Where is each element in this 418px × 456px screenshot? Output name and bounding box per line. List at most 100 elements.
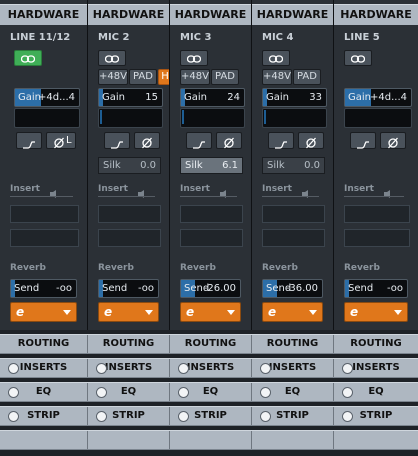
inserts-button-5[interactable]: INSERTS [334, 359, 418, 377]
gain-field[interactable]: Gain 24 [180, 88, 245, 107]
eq-button-5[interactable]: EQ [334, 383, 418, 401]
insert-slot-2[interactable] [180, 229, 243, 247]
eq-button-4[interactable]: EQ [252, 383, 334, 401]
routing-button-3[interactable]: ROUTING [170, 335, 252, 353]
insert-divider [344, 196, 404, 197]
strip-header[interactable]: HARDWARE [252, 4, 333, 25]
lowcut-icon [22, 135, 36, 154]
reverb-fx-selector[interactable]: e [262, 302, 323, 322]
strip-radio-icon[interactable] [342, 411, 353, 422]
insert-slot-1[interactable] [180, 205, 243, 223]
reverb-send-field[interactable]: Send -oo [98, 279, 159, 298]
insert-slot-1[interactable] [262, 205, 325, 223]
routing-button-5[interactable]: ROUTING [334, 335, 418, 353]
insert-slot-1[interactable] [10, 205, 79, 223]
eq-button-3[interactable]: EQ [170, 383, 252, 401]
reverb-send-field[interactable]: Send -26.00 [180, 279, 241, 298]
silk-control[interactable]: Silk 6.1 [180, 157, 243, 174]
strip-header[interactable]: HARDWARE [334, 4, 418, 25]
link-button[interactable] [180, 50, 208, 66]
gain-field[interactable]: Gain 15 [98, 88, 163, 107]
inserts-radio-icon[interactable] [96, 363, 107, 374]
phantom-power-button[interactable]: +48V [262, 69, 292, 85]
routing-button-2[interactable]: ROUTING [88, 335, 170, 353]
inserts-button-3[interactable]: INSERTS [170, 359, 252, 377]
channel-name: LINE 5 [344, 32, 380, 43]
inserts-radio-icon[interactable] [178, 363, 189, 374]
insert-slot-1[interactable] [344, 205, 410, 223]
inserts-radio-icon[interactable] [8, 363, 19, 374]
strip-radio-icon[interactable] [178, 411, 189, 422]
pad-button[interactable]: PAD [129, 69, 157, 85]
phase-button[interactable] [216, 132, 242, 149]
send-value: -oo [386, 283, 403, 294]
routing-button-1[interactable]: ROUTING [0, 335, 88, 353]
phase-button[interactable] [298, 132, 324, 149]
reverb-send-field[interactable]: Send -36.00 [262, 279, 323, 298]
routing-bar: ROUTING ROUTING ROUTING ROUTING ROUTING [0, 334, 418, 354]
phantom-power-button[interactable]: +48V [98, 69, 128, 85]
strip-button-5[interactable]: STRIP [334, 407, 418, 425]
insert-slot-2[interactable] [10, 229, 79, 247]
strip-radio-icon[interactable] [260, 411, 271, 422]
strip-header[interactable]: HARDWARE [0, 4, 87, 25]
hi-z-button[interactable]: H [158, 69, 169, 85]
insert-slot-2[interactable] [262, 229, 325, 247]
eq-radio-icon[interactable] [260, 387, 271, 398]
routing-button-4[interactable]: ROUTING [252, 335, 334, 353]
insert-slot-2[interactable] [98, 229, 161, 247]
lowcut-icon [192, 135, 206, 154]
gain-field[interactable]: Gain 33 [262, 88, 327, 107]
link-button[interactable] [14, 50, 42, 66]
insert-slot-1[interactable] [98, 205, 161, 223]
silk-control[interactable]: Silk 0.0 [262, 157, 325, 174]
reverb-send-field[interactable]: Send -oo [344, 279, 408, 298]
inserts-button-1[interactable]: INSERTS [0, 359, 88, 377]
insert-slot-2[interactable] [344, 229, 410, 247]
inserts-button-2[interactable]: INSERTS [88, 359, 170, 377]
strip-button-4[interactable]: STRIP [252, 407, 334, 425]
eq-radio-icon[interactable] [96, 387, 107, 398]
link-button[interactable] [98, 50, 126, 66]
link-button[interactable] [262, 50, 290, 66]
eq-button-1[interactable]: EQ [0, 383, 88, 401]
pad-button[interactable]: PAD [211, 69, 239, 85]
inserts-label: INSERTS [268, 362, 317, 373]
inserts-radio-icon[interactable] [260, 363, 271, 374]
silk-control[interactable]: Silk 0.0 [98, 157, 161, 174]
inserts-button-4[interactable]: INSERTS [252, 359, 334, 377]
phase-button[interactable] [380, 132, 406, 149]
gain-field[interactable]: Gain +4d...4 [14, 88, 80, 107]
strip-button-2[interactable]: STRIP [88, 407, 170, 425]
strip-button-3[interactable]: STRIP [170, 407, 252, 425]
eq-radio-icon[interactable] [178, 387, 189, 398]
pad-button[interactable]: PAD [293, 69, 321, 85]
link-button[interactable] [344, 50, 372, 66]
routing-label: ROUTING [350, 338, 402, 349]
strip-button-1[interactable]: STRIP [0, 407, 88, 425]
gain-field[interactable]: Gain +4d...4 [344, 88, 412, 107]
eq-radio-icon[interactable] [8, 387, 19, 398]
phantom-power-button[interactable]: +48V [180, 69, 210, 85]
silk-value: 0.0 [140, 160, 156, 171]
strip-header[interactable]: HARDWARE [88, 4, 169, 25]
phase-button[interactable] [134, 132, 160, 149]
reverb-fx-selector[interactable]: e [344, 302, 408, 322]
silk-value: 0.0 [304, 160, 320, 171]
lowcut-button[interactable] [104, 132, 130, 149]
reverb-fx-selector[interactable]: e [98, 302, 159, 322]
strip-radio-icon[interactable] [8, 411, 19, 422]
lowcut-button[interactable] [350, 132, 376, 149]
reverb-send-field[interactable]: Send -oo [10, 279, 77, 298]
eq-radio-icon[interactable] [342, 387, 353, 398]
strip-radio-icon[interactable] [96, 411, 107, 422]
lowcut-button[interactable] [16, 132, 42, 149]
inserts-radio-icon[interactable] [342, 363, 353, 374]
lowcut-button[interactable] [268, 132, 294, 149]
strip-header[interactable]: HARDWARE [170, 4, 251, 25]
eq-button-2[interactable]: EQ [88, 383, 170, 401]
reverb-fx-selector[interactable]: e [180, 302, 241, 322]
lowcut-button[interactable] [186, 132, 212, 149]
phase-button[interactable]: L [46, 132, 76, 149]
reverb-fx-selector[interactable]: e [10, 302, 77, 322]
